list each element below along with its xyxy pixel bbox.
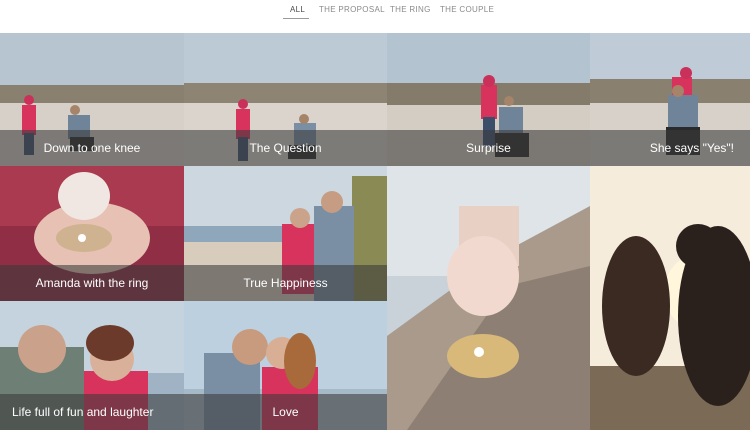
photo-couple-silhouette-sunset (590, 166, 750, 430)
filter-tabs: ALL THE PROPOSAL THE RING THE COUPLE (0, 0, 750, 32)
gallery-tile-love[interactable]: Love (184, 301, 387, 430)
photo-ring-shell-driftwood (387, 166, 590, 430)
tile-caption: Surprise (387, 130, 590, 166)
tab-the-ring[interactable]: THE RING (390, 5, 431, 14)
gallery-tile-couple-silhouette[interactable] (590, 166, 750, 430)
tab-the-proposal[interactable]: THE PROPOSAL (319, 5, 385, 14)
active-tab-underline (283, 18, 309, 19)
gallery-tile-true-happiness[interactable]: True Happiness (184, 166, 387, 301)
tile-caption: Life full of fun and laughter (0, 394, 184, 430)
tile-caption: Amanda with the ring (0, 265, 184, 301)
tile-caption: The Question (184, 130, 387, 166)
tile-caption: She says "Yes"! (590, 130, 750, 166)
tile-caption: Love (184, 394, 387, 430)
gallery-tile-amanda-with-the-ring[interactable]: Amanda with the ring (0, 166, 184, 301)
gallery-tile-the-question[interactable]: The Question (184, 33, 387, 166)
gallery-tile-life-full-of-fun[interactable]: Life full of fun and laughter (0, 301, 184, 430)
tab-all[interactable]: ALL (290, 5, 305, 14)
tab-the-couple[interactable]: THE COUPLE (440, 5, 494, 14)
gallery-tile-she-says-yes[interactable]: She says "Yes"! (590, 33, 750, 166)
gallery-tile-surprise[interactable]: Surprise (387, 33, 590, 166)
gallery-tile-ring-shell-driftwood[interactable] (387, 166, 590, 430)
tile-caption: Down to one knee (0, 130, 184, 166)
tile-caption: True Happiness (184, 265, 387, 301)
gallery-tile-down-to-one-knee[interactable]: Down to one knee (0, 33, 184, 166)
